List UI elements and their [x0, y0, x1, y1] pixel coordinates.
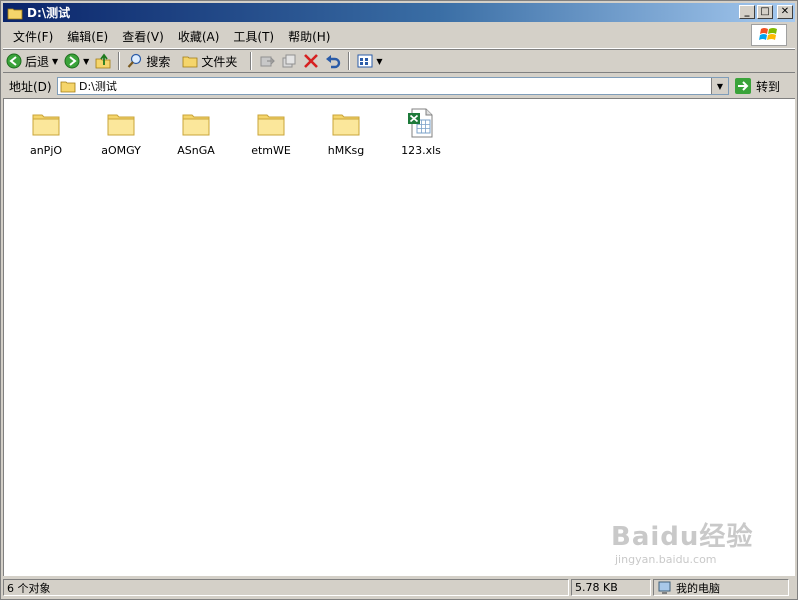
chevron-down-icon[interactable]: ▼: [376, 57, 382, 66]
folder-icon: [60, 81, 76, 93]
status-object-count: 6 个对象: [3, 579, 569, 596]
move-to-button[interactable]: [256, 50, 278, 72]
toolbar: 后退 ▼ ▼ 搜索 文件夹 ▼: [3, 49, 795, 73]
delete-x-icon: [304, 54, 319, 68]
chevron-down-icon[interactable]: ▼: [52, 57, 58, 66]
file-name: etmWE: [251, 144, 291, 157]
menu-help[interactable]: 帮助(H): [281, 28, 337, 45]
folders-icon: [182, 56, 198, 68]
folder-icon: [107, 114, 135, 136]
folders-label: 文件夹: [201, 54, 238, 69]
file-name: ASnGA: [177, 144, 215, 157]
menu-favorites[interactable]: 收藏(A): [171, 28, 227, 45]
status-bar: 6 个对象 5.78 KB 我的电脑: [3, 578, 795, 597]
up-folder-button[interactable]: [92, 50, 114, 72]
search-icon: [128, 53, 142, 68]
search-button[interactable]: 搜索: [124, 50, 173, 72]
back-button[interactable]: 后退 ▼: [3, 50, 61, 72]
file-view[interactable]: anPjO aOMGY ASnGA etmWE hMKsg 123.xls: [3, 98, 795, 576]
close-button[interactable]: ✕: [777, 5, 793, 19]
chevron-down-icon[interactable]: ▼: [83, 57, 89, 66]
file-name: aOMGY: [101, 144, 141, 157]
status-location: 我的电脑: [653, 579, 789, 596]
menu-file[interactable]: 文件(F): [6, 28, 60, 45]
status-size: 5.78 KB: [571, 579, 651, 596]
address-dropdown-button[interactable]: ▼: [711, 78, 728, 94]
folder-item[interactable]: ASnGA: [164, 107, 228, 157]
folder-icon: [332, 114, 360, 136]
object-count-text: 6 个对象: [7, 581, 51, 595]
folder-item[interactable]: aOMGY: [89, 107, 153, 157]
up-folder-icon: [95, 53, 111, 69]
delete-button[interactable]: [300, 50, 322, 72]
folder-icon: [182, 114, 210, 136]
watermark-main: Baidu经验: [611, 522, 754, 552]
file-name: anPjO: [29, 144, 63, 157]
go-label: 转到: [756, 79, 781, 94]
folder-icon: [7, 8, 23, 19]
back-label: 后退: [25, 54, 50, 69]
location-text: 我的电脑: [676, 581, 720, 595]
file-name: hMKsg: [327, 144, 365, 157]
menu-tools[interactable]: 工具(T): [226, 28, 281, 45]
views-button[interactable]: ▼: [354, 50, 385, 72]
address-value: D:\测试: [79, 80, 117, 93]
copy-to-icon: [282, 54, 296, 68]
computer-icon: [658, 581, 671, 594]
forward-arrow-icon: [64, 53, 80, 69]
go-button[interactable]: 转到: [735, 78, 780, 95]
maximize-button[interactable]: □: [757, 5, 773, 19]
address-input[interactable]: D:\测试 ▼: [57, 77, 729, 95]
folder-icon: [257, 114, 285, 136]
folder-item[interactable]: hMKsg: [314, 107, 378, 157]
windows-logo-icon: [751, 24, 787, 46]
folders-button[interactable]: 文件夹: [179, 50, 240, 72]
forward-button[interactable]: ▼: [61, 50, 92, 72]
folder-item[interactable]: anPjO: [14, 107, 78, 157]
size-text: 5.78 KB: [575, 581, 618, 594]
baidu-watermark: Baidu经验 jingyan.baidu.com: [611, 516, 761, 581]
address-label: 地址(D): [9, 79, 52, 94]
window-title: D:\测试: [27, 6, 71, 20]
excel-icon: [408, 108, 433, 138]
title-bar[interactable]: D:\测试 _ □ ✕: [3, 3, 795, 22]
toolbar-separator: [118, 52, 121, 70]
search-label: 搜索: [146, 54, 171, 69]
minimize-button[interactable]: _: [739, 5, 755, 19]
copy-to-button[interactable]: [278, 50, 300, 72]
toolbar-separator: [348, 52, 351, 70]
address-bar: 地址(D) D:\测试 ▼ 转到: [3, 74, 795, 98]
menu-edit[interactable]: 编辑(E): [60, 28, 115, 45]
undo-icon: [326, 55, 341, 69]
excel-file-item[interactable]: 123.xls: [389, 107, 453, 157]
back-arrow-icon: [6, 53, 22, 69]
views-grid-icon: [357, 54, 373, 68]
go-arrow-icon: [735, 78, 751, 94]
file-name: 123.xls: [401, 144, 441, 157]
folder-item[interactable]: etmWE: [239, 107, 303, 157]
undo-button[interactable]: [322, 50, 344, 72]
move-to-icon: [260, 56, 276, 67]
toolbar-separator: [250, 52, 253, 70]
folder-icon: [32, 114, 60, 136]
explorer-window: D:\测试 _ □ ✕ 文件(F) 编辑(E) 查看(V) 收藏(A) 工具(T…: [0, 0, 798, 600]
menu-view[interactable]: 查看(V): [115, 28, 171, 45]
watermark-url: jingyan.baidu.com: [615, 553, 717, 566]
menu-bar: 文件(F) 编辑(E) 查看(V) 收藏(A) 工具(T) 帮助(H): [3, 24, 795, 49]
